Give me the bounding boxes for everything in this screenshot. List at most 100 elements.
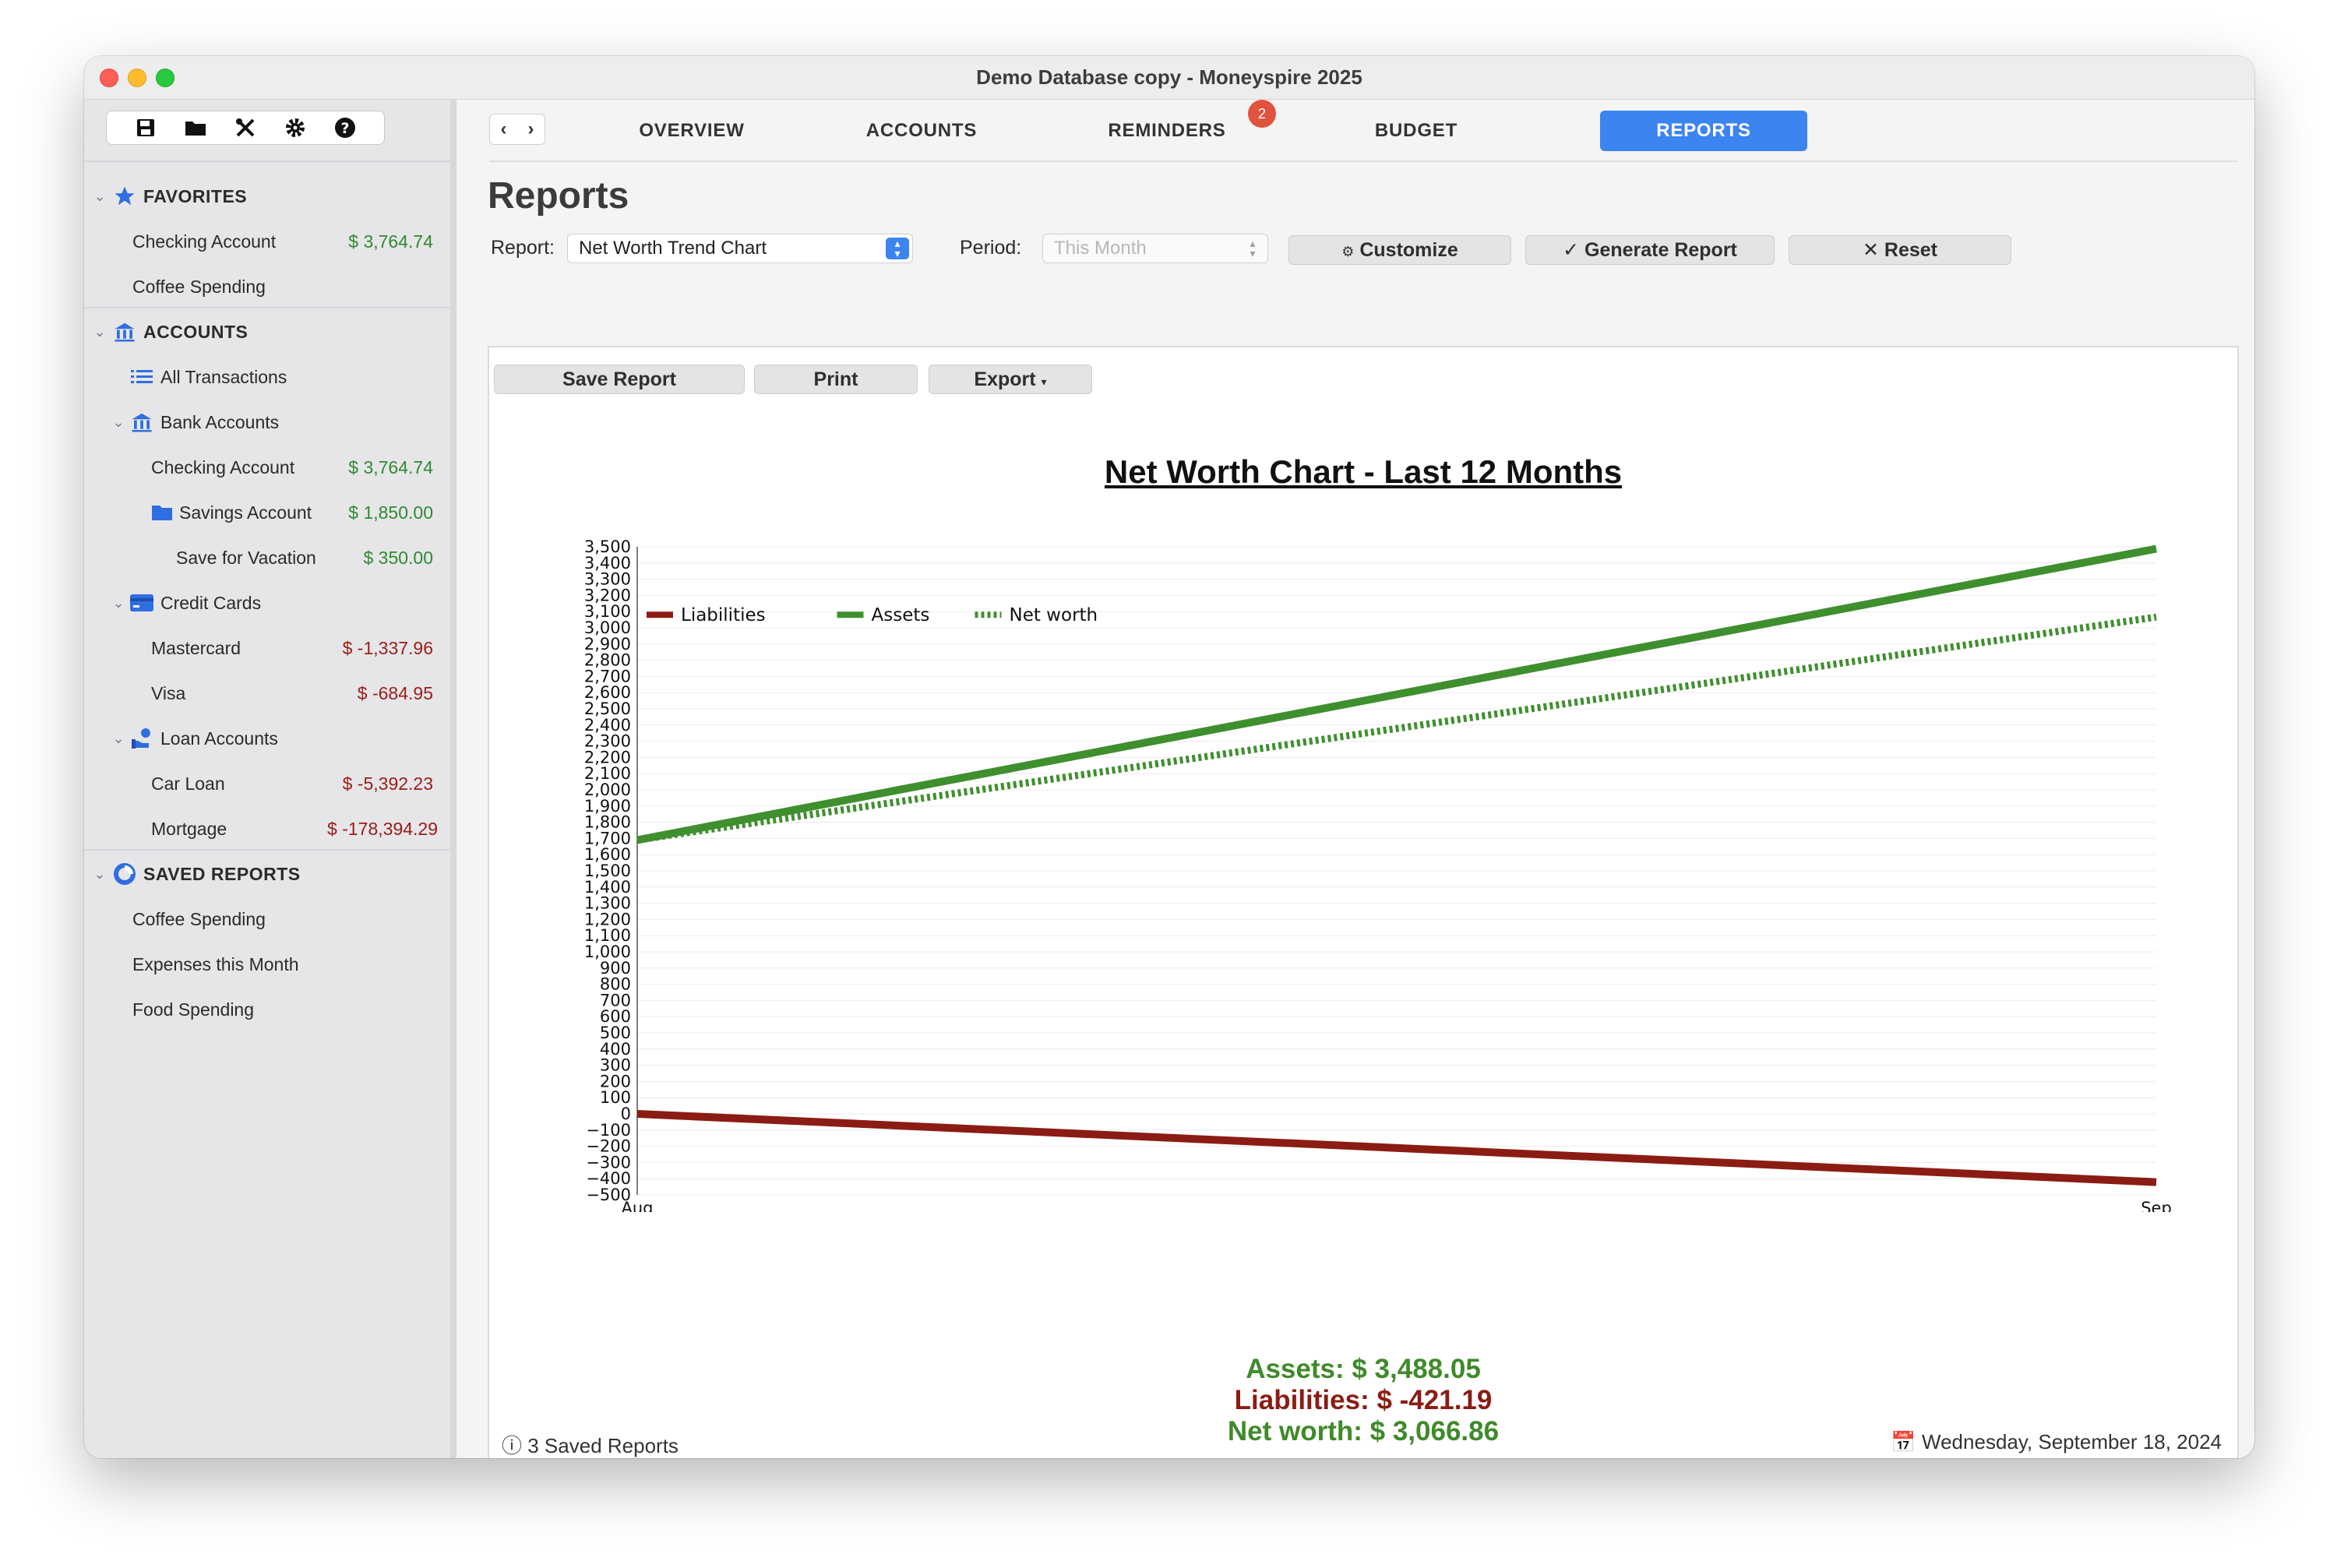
gear-icon[interactable] (281, 114, 309, 142)
tab-reminders[interactable]: REMINDERS (1081, 111, 1253, 151)
favorite-item-checking[interactable]: Checking Account $ 3,764.74 (84, 220, 450, 263)
y-tick-label: 800 (600, 975, 631, 994)
tab-reports[interactable]: REPORTS (1600, 111, 1807, 151)
saved-report-item[interactable]: Food Spending (84, 988, 450, 1031)
summary-assets: Assets: $ 3,488.05 (1246, 1354, 1481, 1384)
saved-report-item[interactable]: Coffee Spending (84, 897, 450, 941)
save-icon[interactable] (132, 114, 160, 142)
history-nav: ‹ › (489, 114, 545, 145)
y-tick-label: 400 (600, 1040, 631, 1059)
sidebar-item-label: Bank Accounts (160, 411, 280, 432)
tab-divider (489, 160, 2237, 162)
y-tick-label: 2,100 (584, 764, 631, 783)
tab-budget[interactable]: BUDGET (1331, 111, 1502, 151)
sidebar-item-label: Car Loan (151, 773, 225, 794)
reset-button[interactable]: ✕ Reset (1789, 235, 2011, 265)
report-select[interactable]: Net Worth Trend Chart ▴ ▾ (567, 234, 913, 263)
series-line-net-worth (636, 613, 2157, 844)
saved-report-item[interactable]: Expenses this Month (84, 943, 450, 986)
sidebar-item-mastercard[interactable]: Mastercard $ -1,337.96 (84, 626, 450, 670)
y-tick-label: 2,800 (584, 651, 631, 670)
print-button[interactable]: Print (754, 365, 918, 394)
period-label: Period: (960, 237, 1022, 259)
pie-chart-icon (112, 862, 137, 886)
report-select-value: Net Worth Trend Chart (579, 238, 767, 259)
customize-button-label: Customize (1359, 239, 1458, 261)
select-arrows-icon: ▴ ▾ (886, 238, 909, 259)
accounts-section-header[interactable]: ⌄ ACCOUNTS (84, 310, 450, 354)
sidebar-item-savings-account[interactable]: Savings Account $ 1,850.00 (84, 491, 450, 534)
export-button[interactable]: Export ▾ (929, 365, 1092, 394)
info-icon: ⓘ (502, 1434, 523, 1457)
sidebar-item-label: Mastercard (151, 637, 241, 658)
y-tick-label: 1,600 (584, 845, 631, 864)
saved-reports-count: 3 Saved Reports (527, 1434, 679, 1457)
back-arrow-icon[interactable]: ‹ (501, 118, 507, 140)
saved-reports-section-header[interactable]: ⌄ SAVED REPORTS (84, 852, 450, 896)
account-balance: $ 3,764.74 (348, 456, 433, 477)
y-tick-label: 1,200 (584, 910, 631, 928)
favorites-section-header[interactable]: ⌄ FAVORITES (84, 174, 450, 218)
sidebar-item-visa[interactable]: Visa $ -684.95 (84, 671, 450, 715)
favorite-item-coffee[interactable]: Coffee Spending (84, 265, 450, 308)
y-tick-label: 2,200 (584, 748, 631, 766)
y-tick-label: 1,900 (584, 797, 631, 816)
checkmark-icon: ✓ (1563, 239, 1580, 261)
sidebar-item-mortgage[interactable]: Mortgage $ -178,394.29 (84, 807, 450, 851)
y-tick-label: 500 (600, 1024, 631, 1042)
x-tick-label: Aug (621, 1199, 653, 1212)
period-select[interactable]: This Month ▴ ▾ (1042, 234, 1268, 263)
sidebar-item-car-loan[interactable]: Car Loan $ -5,392.23 (84, 762, 450, 805)
chevron-down-icon[interactable]: ⌄ (92, 189, 108, 204)
y-tick-label: 1,100 (584, 926, 631, 945)
y-tick-label: 2,400 (584, 716, 631, 735)
net-worth-chart: −500−400−300−200−10001002003004005006007… (584, 537, 2172, 1212)
sidebar-divider (84, 849, 450, 851)
accounts-title: ACCOUNTS (143, 321, 249, 342)
y-tick-label: 2,900 (584, 635, 631, 654)
sidebar-item-label: Visa (151, 682, 186, 703)
folder-icon[interactable] (182, 114, 210, 142)
help-icon[interactable]: ? (331, 114, 359, 142)
sidebar-item-label: Credit Cards (160, 592, 262, 613)
chevron-down-icon[interactable]: ⌄ (92, 866, 108, 882)
forward-arrow-icon[interactable]: › (528, 118, 534, 140)
account-balance: $ 350.00 (363, 547, 433, 568)
sidebar-group-credit-cards[interactable]: ⌄ Credit Cards (84, 581, 450, 625)
sidebar-item-save-for-vacation[interactable]: Save for Vacation $ 350.00 (84, 536, 450, 580)
sidebar-item-label: Loan Accounts (160, 728, 278, 749)
star-icon (112, 184, 137, 209)
tools-icon[interactable] (231, 114, 259, 142)
generate-report-button[interactable]: ✓ Generate Report (1525, 235, 1775, 265)
y-tick-label: 2,300 (584, 732, 631, 751)
chevron-down-icon[interactable]: ⌄ (92, 324, 108, 340)
sidebar-group-loan-accounts[interactable]: ⌄ Loan Accounts (84, 717, 450, 760)
y-tick-label: 2,600 (584, 683, 631, 702)
y-tick-label: 1,500 (584, 862, 631, 880)
select-arrows-icon: ▴ ▾ (1250, 237, 1256, 259)
chevron-down-icon[interactable]: ⌄ (111, 731, 126, 746)
title-bar: Demo Database copy - Moneyspire 2025 (84, 56, 2254, 100)
folder-icon (150, 500, 174, 525)
report-panel: Save Report Print Export ▾ Net Worth Cha… (488, 346, 2239, 1458)
saved-report-label: Coffee Spending (132, 908, 266, 929)
generate-report-label: Generate Report (1584, 239, 1737, 261)
tab-accounts[interactable]: ACCOUNTS (836, 111, 1007, 151)
y-tick-label: 1,000 (584, 943, 631, 961)
account-balance: $ 1,850.00 (348, 502, 433, 523)
y-tick-label: 3,500 (584, 537, 631, 556)
chevron-down-icon[interactable]: ⌄ (111, 414, 126, 430)
y-tick-label: 3,200 (584, 586, 631, 604)
y-tick-label: 0 (621, 1105, 631, 1123)
sidebar-item-all-transactions[interactable]: All Transactions (84, 355, 450, 399)
save-report-button[interactable]: Save Report (494, 365, 745, 394)
chevron-down-icon[interactable]: ⌄ (111, 595, 126, 611)
sidebar-item-checking-account[interactable]: Checking Account $ 3,764.74 (84, 446, 450, 489)
y-tick-label: 100 (600, 1088, 631, 1107)
favorites-title: FAVORITES (143, 185, 248, 206)
customize-button[interactable]: ⚙ Customize (1288, 235, 1511, 265)
series-line-liabilities (636, 1110, 2157, 1186)
sidebar-group-bank-accounts[interactable]: ⌄ Bank Accounts (84, 400, 450, 444)
tab-overview[interactable]: OVERVIEW (606, 111, 777, 151)
account-balance: $ -1,337.96 (342, 637, 433, 658)
